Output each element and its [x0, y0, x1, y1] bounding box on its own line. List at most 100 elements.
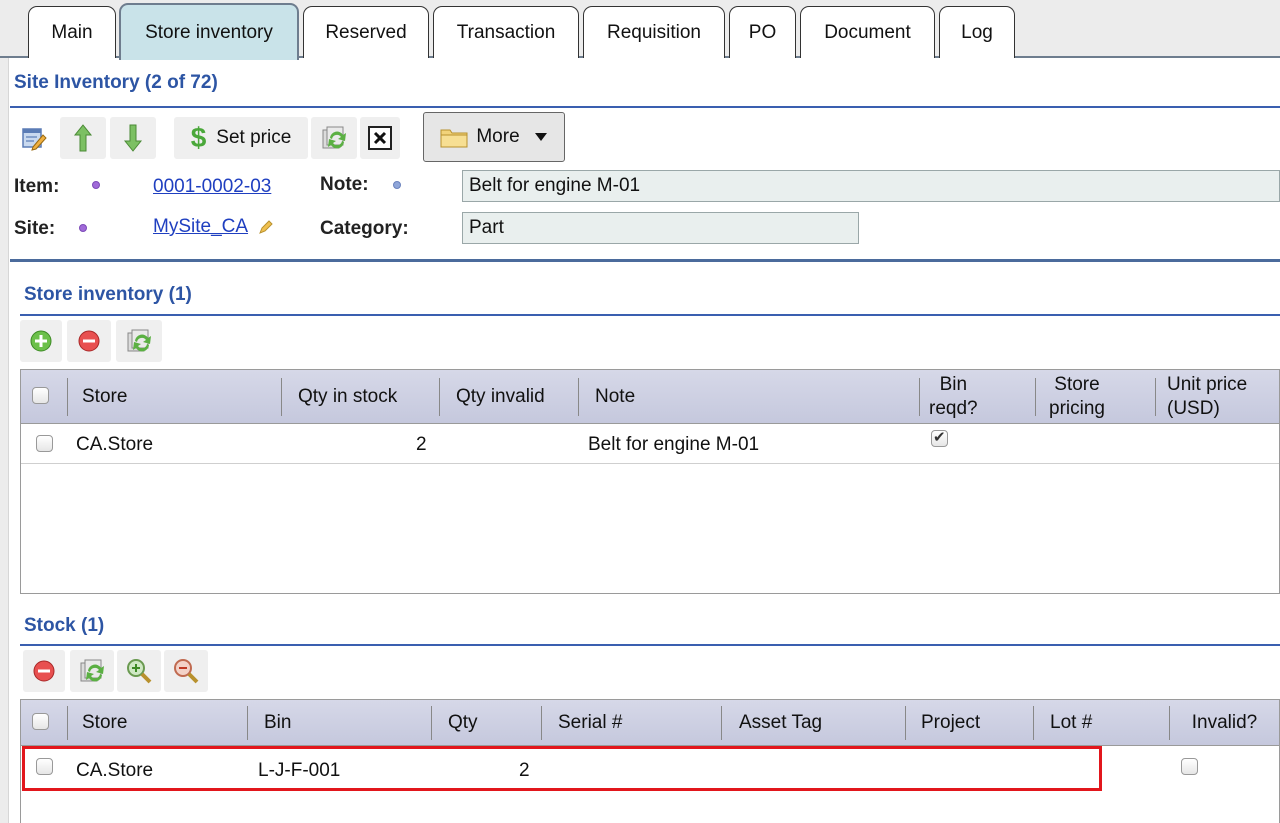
column-separator — [67, 378, 68, 416]
tab-label: Requisition — [607, 21, 701, 43]
col-project[interactable]: Project — [921, 700, 980, 746]
column-separator — [905, 706, 906, 740]
header-line: Bin — [939, 374, 968, 395]
header-line: Store — [1054, 374, 1100, 395]
tab-label: Document — [824, 21, 911, 43]
column-separator — [541, 706, 542, 740]
col-invalid[interactable]: Invalid? — [1171, 700, 1278, 746]
required-dot-icon — [79, 224, 87, 232]
item-link[interactable]: 0001-0002-03 — [153, 176, 271, 198]
tab-document[interactable]: Document — [800, 6, 935, 58]
cell-store: CA.Store — [76, 434, 154, 455]
col-lot[interactable]: Lot # — [1050, 700, 1092, 746]
remove-stock-button[interactable] — [23, 650, 65, 692]
tab-label: Transaction — [456, 21, 556, 43]
tab-reserved[interactable]: Reserved — [303, 6, 429, 58]
row-divider — [21, 463, 1279, 464]
stock-title: Stock (1) — [24, 615, 105, 636]
zoom-in-icon — [127, 659, 152, 684]
col-asset-tag[interactable]: Asset Tag — [739, 700, 822, 746]
pencil-icon[interactable] — [258, 219, 274, 235]
table-row[interactable]: CA.Store 2 Belt for engine M-01 — [21, 425, 1279, 463]
category-label: Category: — [320, 218, 409, 239]
zoom-out-button[interactable] — [164, 650, 208, 692]
folder-icon — [440, 129, 468, 148]
close-button[interactable] — [360, 117, 400, 159]
header-line: Unit price — [1167, 374, 1248, 395]
grid-header: Store Bin Qty Serial # Asset Tag Project… — [21, 700, 1279, 746]
refresh-button[interactable] — [311, 117, 357, 159]
more-menu-button[interactable]: More — [423, 112, 565, 162]
remove-icon — [33, 660, 55, 682]
refresh-icon — [80, 659, 104, 682]
col-note[interactable]: Note — [595, 370, 635, 424]
col-bin[interactable]: Bin — [264, 700, 291, 746]
category-field: Part — [462, 212, 859, 244]
remove-store-button[interactable] — [67, 320, 111, 362]
column-separator — [431, 706, 432, 740]
col-qty-invalid[interactable]: Qty invalid — [456, 370, 545, 424]
col-bin-reqd[interactable]: Bin reqd? — [929, 370, 978, 424]
column-separator — [919, 378, 920, 416]
tab-transaction[interactable]: Transaction — [433, 6, 579, 58]
row-checkbox[interactable] — [36, 435, 53, 452]
col-qty[interactable]: Qty — [448, 700, 478, 746]
required-dot-icon — [92, 181, 100, 189]
edit-button[interactable] — [14, 117, 54, 159]
column-separator — [1035, 378, 1036, 416]
move-up-button[interactable] — [60, 117, 106, 159]
col-qty-in-stock[interactable]: Qty in stock — [298, 370, 397, 424]
column-separator — [578, 378, 579, 416]
tab-label: Main — [51, 21, 93, 43]
tab-label: Store inventory — [145, 21, 273, 43]
select-all-checkbox[interactable] — [32, 387, 49, 404]
refresh-icon — [322, 126, 346, 149]
section-divider — [20, 314, 1280, 316]
section-divider — [10, 259, 1280, 262]
bin-reqd-checkbox[interactable] — [931, 428, 948, 447]
tab-store-inventory[interactable]: Store inventory — [119, 3, 299, 60]
edit-form-icon — [22, 128, 47, 151]
invalid-checkbox[interactable] — [1181, 758, 1198, 775]
col-store[interactable]: Store — [82, 370, 127, 424]
grid-header: Store Qty in stock Qty invalid Note Bin … — [21, 370, 1279, 424]
select-all-checkbox[interactable] — [32, 713, 49, 730]
refresh-icon — [127, 329, 151, 352]
site-link[interactable]: MySite_CA — [153, 216, 248, 238]
store-inventory-title: Store inventory (1) — [24, 284, 192, 305]
tab-strip: Main Store inventory Reserved Transactio… — [0, 0, 1280, 60]
col-serial[interactable]: Serial # — [558, 700, 622, 746]
column-separator — [281, 378, 282, 416]
more-label: More — [476, 126, 520, 147]
tab-requisition[interactable]: Requisition — [583, 6, 725, 58]
remove-icon — [78, 330, 100, 352]
cell-note: Belt for engine M-01 — [588, 434, 760, 455]
item-label: Item: — [14, 176, 60, 197]
col-store[interactable]: Store — [82, 700, 127, 746]
left-gutter — [0, 58, 9, 823]
tab-label: Log — [961, 21, 993, 43]
set-price-button[interactable]: $ Set price — [174, 117, 308, 159]
zoom-in-button[interactable] — [117, 650, 161, 692]
tab-main[interactable]: Main — [28, 6, 116, 58]
header-line: reqd? — [929, 398, 978, 419]
store-inventory-grid: Store Qty in stock Qty invalid Note Bin … — [20, 369, 1280, 594]
refresh-store-button[interactable] — [116, 320, 162, 362]
col-unit-price[interactable]: Unit price (USD) — [1167, 370, 1247, 424]
note-field[interactable]: Belt for engine M-01 — [462, 170, 1280, 202]
col-store-pricing[interactable]: Store pricing — [1049, 370, 1105, 424]
refresh-stock-button[interactable] — [70, 650, 114, 692]
set-price-label: Set price — [216, 127, 292, 148]
move-down-button[interactable] — [110, 117, 156, 159]
dollar-icon: $ — [190, 122, 207, 153]
header-line: (USD) — [1167, 398, 1220, 419]
section-divider — [10, 106, 1280, 108]
add-store-button[interactable] — [20, 320, 62, 362]
site-inventory-title: Site Inventory (2 of 72) — [14, 72, 218, 93]
tab-po[interactable]: PO — [729, 6, 796, 58]
tab-log[interactable]: Log — [939, 6, 1015, 58]
column-separator — [1155, 378, 1156, 416]
tab-label: PO — [748, 21, 777, 43]
column-separator — [721, 706, 722, 740]
tab-label: Reserved — [325, 21, 407, 43]
